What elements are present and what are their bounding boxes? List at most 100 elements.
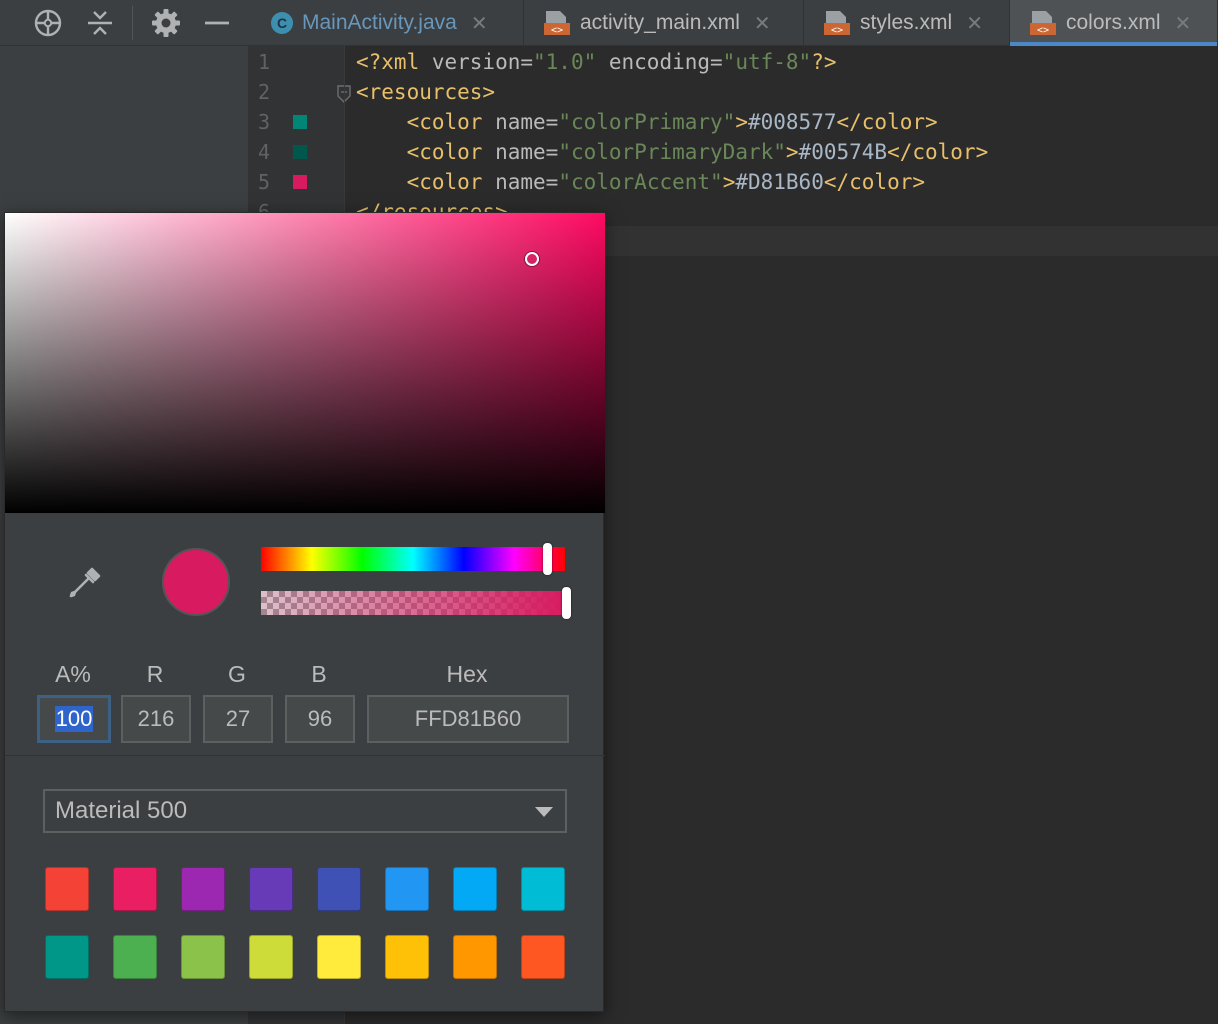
gutter-color-swatch[interactable] xyxy=(293,115,307,129)
code-token: "colorAccent" xyxy=(558,170,723,194)
palette-swatch[interactable] xyxy=(249,935,293,979)
chevron-down-icon xyxy=(535,807,553,817)
palette-dropdown[interactable]: Material 500 xyxy=(43,789,567,833)
palette-swatch[interactable] xyxy=(453,867,497,911)
code-token: <resources> xyxy=(356,80,496,104)
alpha-input-value: 100 xyxy=(54,706,94,732)
green-input[interactable]: 27 xyxy=(203,695,273,743)
code-line[interactable]: <resources> xyxy=(356,80,495,104)
code-token: name= xyxy=(495,140,559,164)
tab-label: styles.xml xyxy=(860,11,953,34)
tab-activity-main-xml[interactable]: <> activity_main.xml ✕ xyxy=(524,0,804,46)
palette-swatch[interactable] xyxy=(45,935,89,979)
red-input[interactable]: 216 xyxy=(121,695,191,743)
code-token: </color> xyxy=(887,140,989,164)
blue-input[interactable]: 96 xyxy=(285,695,355,743)
tab-colors-xml[interactable]: <> colors.xml ✕ xyxy=(1010,0,1218,46)
palette-swatch[interactable] xyxy=(385,867,429,911)
svg-text:<>: <> xyxy=(551,25,563,36)
line-number: 4 xyxy=(258,140,271,164)
code-line[interactable]: <color name="colorPrimary">#008577</colo… xyxy=(356,110,938,134)
red-label: R xyxy=(146,661,164,687)
close-icon[interactable]: ✕ xyxy=(754,11,771,36)
code-token: <color xyxy=(406,170,496,194)
saturation-brightness-cursor[interactable] xyxy=(525,252,539,266)
code-token: #008577 xyxy=(747,110,837,134)
palette-swatch[interactable] xyxy=(181,935,225,979)
alpha-label: A% xyxy=(55,661,91,687)
palette-swatch[interactable] xyxy=(521,935,565,979)
palette-swatch[interactable] xyxy=(249,867,293,911)
eyedropper-icon[interactable] xyxy=(65,563,105,603)
palette-swatch[interactable] xyxy=(113,935,157,979)
svg-text:C: C xyxy=(277,15,287,31)
code-line[interactable]: <?xml version="1.0" encoding="utf-8"?> xyxy=(356,50,836,74)
close-icon[interactable]: ✕ xyxy=(471,11,488,36)
code-line[interactable]: <color name="colorAccent">#D81B60</color… xyxy=(356,170,925,194)
tab-label: colors.xml xyxy=(1066,11,1161,34)
line-number: 3 xyxy=(258,110,271,134)
line-number: 1 xyxy=(258,50,271,74)
code-token: > xyxy=(785,140,799,164)
gutter-color-swatch[interactable] xyxy=(293,175,307,189)
code-token: "colorPrimaryDark" xyxy=(558,140,786,164)
gutter-color-swatch[interactable] xyxy=(293,145,307,159)
hue-slider-thumb[interactable] xyxy=(543,543,552,575)
color-picker-popup: A% R G B Hex 100 216 27 96 FFD81B60 Mate… xyxy=(4,212,605,1012)
alpha-slider[interactable] xyxy=(261,591,565,615)
hex-input[interactable]: FFD81B60 xyxy=(367,695,569,743)
hue-slider[interactable] xyxy=(261,547,565,571)
tab-label: MainActivity.java xyxy=(302,11,457,34)
minimize-icon[interactable] xyxy=(200,6,234,40)
code-token: "utf-8" xyxy=(722,50,812,74)
palette-swatch[interactable] xyxy=(113,867,157,911)
code-token: "colorPrimary" xyxy=(558,110,736,134)
line-number: 5 xyxy=(258,170,271,194)
saturation-brightness-area[interactable] xyxy=(5,213,605,513)
code-token: ?> xyxy=(811,50,837,74)
svg-text:<>: <> xyxy=(1037,25,1049,36)
code-token: <?xml xyxy=(356,50,432,74)
tab-styles-xml[interactable]: <> styles.xml ✕ xyxy=(804,0,1010,46)
code-token: <color xyxy=(406,110,496,134)
palette-swatch[interactable] xyxy=(453,935,497,979)
code-token: version= xyxy=(431,50,534,74)
xml-resource-icon: <> xyxy=(824,11,850,36)
tool-window-toolbar xyxy=(0,0,248,46)
palette-swatch[interactable] xyxy=(317,935,361,979)
color-preview xyxy=(162,548,230,616)
green-label: G xyxy=(228,661,246,687)
code-token: <color xyxy=(406,140,496,164)
close-icon[interactable]: ✕ xyxy=(966,11,983,36)
palette-dropdown-value: Material 500 xyxy=(55,797,188,824)
code-token: name= xyxy=(495,170,559,194)
alpha-input[interactable]: 100 xyxy=(37,695,111,743)
code-token: </color> xyxy=(836,110,938,134)
close-icon[interactable]: ✕ xyxy=(1175,11,1192,36)
palette-swatch[interactable] xyxy=(45,867,89,911)
palette-swatch[interactable] xyxy=(317,867,361,911)
picker-divider xyxy=(5,755,605,756)
code-token: > xyxy=(722,170,736,194)
alpha-slider-thumb[interactable] xyxy=(562,587,571,619)
palette-swatch[interactable] xyxy=(181,867,225,911)
gear-icon[interactable] xyxy=(149,6,183,40)
palette-swatch[interactable] xyxy=(385,935,429,979)
code-token: #D81B60 xyxy=(735,170,824,194)
xml-layout-icon: <> xyxy=(544,11,570,36)
line-number: 2 xyxy=(258,80,271,104)
xml-resource-icon: <> xyxy=(1030,11,1056,36)
code-line[interactable]: <color name="colorPrimaryDark">#00574B</… xyxy=(356,140,989,164)
palette-swatch[interactable] xyxy=(521,867,565,911)
code-token: #00574B xyxy=(798,140,888,164)
tab-label: activity_main.xml xyxy=(580,11,740,34)
code-token: </color> xyxy=(823,170,926,194)
hex-label: Hex xyxy=(446,661,488,687)
editor-tab-bar: C MainActivity.java ✕ <> activity_main.x… xyxy=(248,0,1218,46)
crosshair-icon[interactable] xyxy=(31,6,65,40)
tab-mainactivity-java[interactable]: C MainActivity.java ✕ xyxy=(248,0,524,46)
collapse-all-icon[interactable] xyxy=(83,6,117,40)
